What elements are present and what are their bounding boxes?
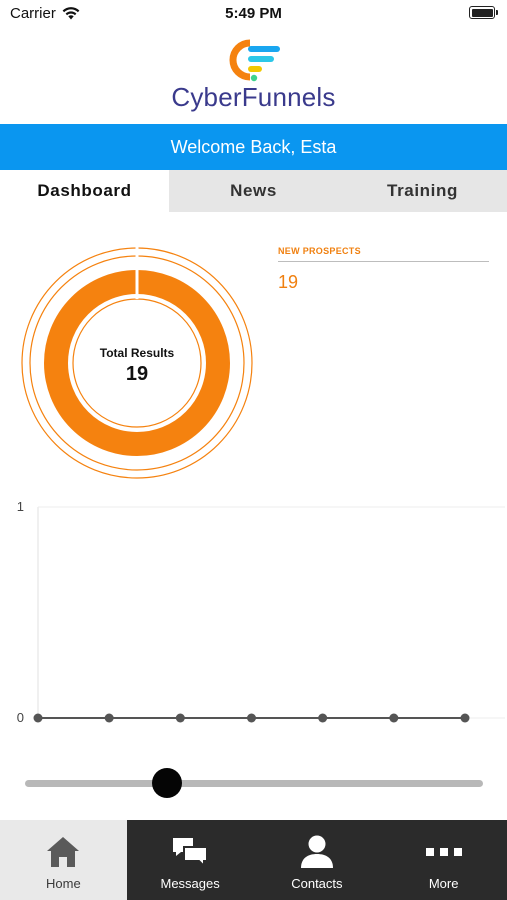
nav-label: Messages <box>160 876 220 891</box>
slider-track[interactable] <box>25 780 483 787</box>
chart-y-tick-label: 1 <box>17 499 24 514</box>
nav-more[interactable]: More <box>380 820 507 900</box>
home-icon <box>47 837 80 867</box>
new-prospects-label: NEW PROSPECTS <box>278 246 489 262</box>
chart-data-point <box>33 713 43 723</box>
nav-messages[interactable]: Messages <box>127 820 254 900</box>
cyberfunnels-logo-icon <box>229 39 280 82</box>
chart-data-point <box>389 713 399 723</box>
chart-data-point <box>247 713 256 723</box>
donut-total-value: 19 <box>125 363 149 385</box>
donut-total-label: Total Results <box>99 346 175 360</box>
chart-data-point <box>104 713 114 723</box>
status-bar: Carrier 5:49 PM <box>0 0 507 26</box>
nav-label: Contacts <box>291 876 343 891</box>
messages-icon <box>173 838 209 868</box>
bottom-tab-bar: Home Messages Contacts More <box>0 820 507 900</box>
nav-contacts[interactable]: Contacts <box>254 820 381 900</box>
new-prospects-card: NEW PROSPECTS 19 <box>278 246 489 293</box>
welcome-text: Welcome Back, Esta <box>170 136 337 157</box>
dashboard-tabs: Dashboard News Training <box>0 170 507 212</box>
tab-label: Training <box>387 181 458 200</box>
battery-icon <box>469 6 498 19</box>
chart-y-tick-label: 0 <box>17 710 24 725</box>
contacts-icon <box>300 835 333 868</box>
range-slider[interactable] <box>25 766 483 800</box>
tab-dashboard[interactable]: Dashboard <box>0 170 169 212</box>
tab-label: News <box>230 181 277 200</box>
nav-label: More <box>428 876 459 891</box>
brand-name: CyberFunnels <box>171 82 336 112</box>
status-time: 5:49 PM <box>225 5 282 22</box>
tab-label: Dashboard <box>37 181 132 200</box>
tab-news[interactable]: News <box>169 170 338 212</box>
more-icon <box>425 848 462 856</box>
app-header: CyberFunnels <box>0 26 507 124</box>
welcome-banner: Welcome Back, Esta <box>0 124 507 170</box>
nav-home[interactable]: Home <box>0 820 127 900</box>
chart-data-point <box>318 713 328 723</box>
tab-training[interactable]: Training <box>338 170 507 212</box>
chart-data-point <box>175 713 185 723</box>
slider-thumb[interactable] <box>151 768 182 798</box>
chart-data-point <box>460 713 470 723</box>
results-line-chart: 01 <box>17 499 505 725</box>
new-prospects-value: 19 <box>278 272 299 292</box>
nav-label: Home <box>46 876 81 891</box>
